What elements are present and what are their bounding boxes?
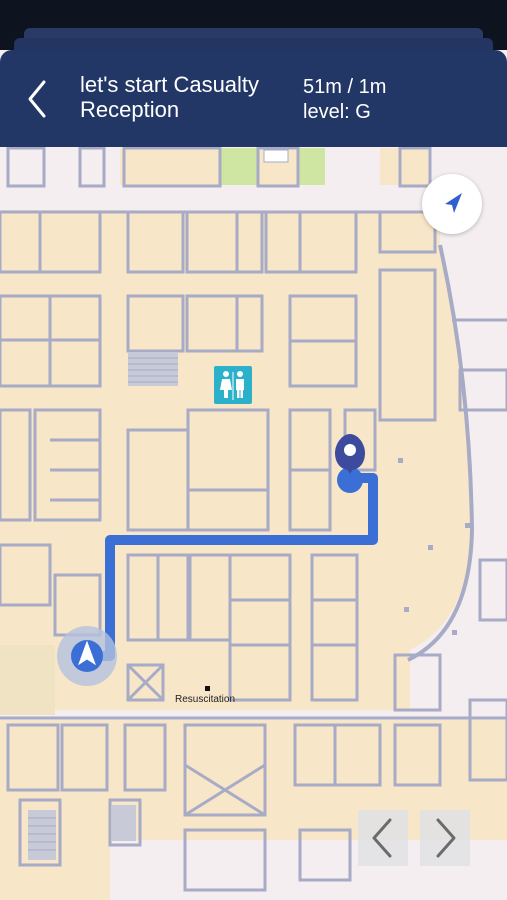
next-step-button[interactable] [420,810,470,866]
poi-label-resuscitation[interactable]: Resuscitation [175,694,235,705]
route-title: let's start Casualty Reception [80,72,260,122]
chevron-left-icon [372,818,392,858]
navigation-header: let's start Casualty Reception 51m / 1m … [0,50,507,147]
floor-plan-svg [0,147,507,900]
locate-me-button[interactable] [422,174,482,234]
map-pin-icon[interactable] [335,434,365,484]
chevron-right-icon [436,818,456,858]
navigation-arrow-icon [57,626,117,686]
route-distance: 51m / 1m [303,76,387,98]
location-arrow-icon [445,193,462,213]
floor-level: level: G [303,101,371,123]
restroom-glyph [220,371,244,400]
restroom-icon[interactable] [214,366,252,404]
chevron-left-icon [28,80,46,118]
back-button[interactable] [18,72,62,124]
previous-step-button[interactable] [358,810,408,866]
floor-map[interactable]: Resuscitation [0,147,507,900]
